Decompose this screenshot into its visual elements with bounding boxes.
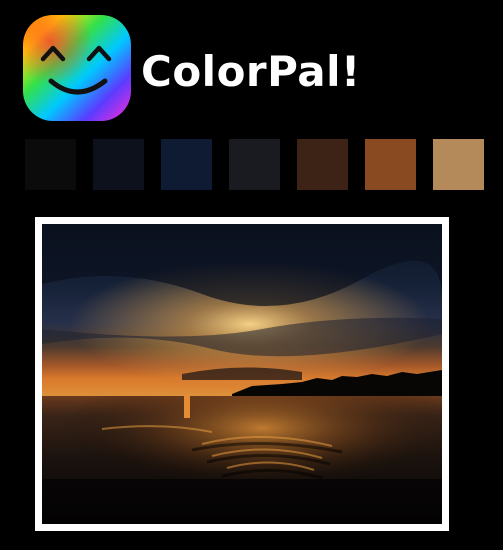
- color-swatch-5[interactable]: [297, 139, 348, 190]
- photo-frame: [35, 217, 449, 531]
- color-swatch-4[interactable]: [229, 139, 280, 190]
- sunset-lake-photo: [42, 224, 442, 524]
- color-palette: [25, 139, 485, 190]
- color-swatch-2[interactable]: [93, 139, 144, 190]
- app-title: ColorPal!: [141, 47, 361, 96]
- color-swatch-6[interactable]: [365, 139, 416, 190]
- smiley-face-icon: [23, 15, 131, 121]
- color-swatch-1[interactable]: [25, 139, 76, 190]
- color-swatch-7[interactable]: [433, 139, 484, 190]
- color-swatch-3[interactable]: [161, 139, 212, 190]
- colorpal-app: ColorPal!: [0, 0, 503, 550]
